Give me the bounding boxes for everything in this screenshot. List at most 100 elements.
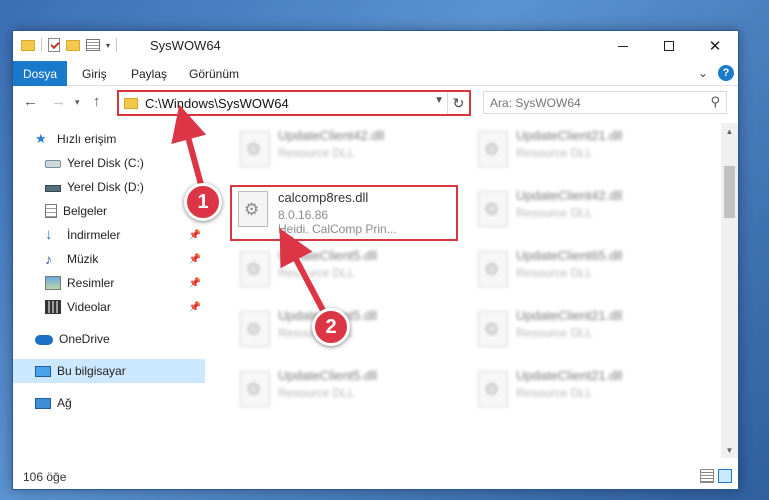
sidebar-item-this-pc[interactable]: Bu bilgisayar: [13, 359, 205, 383]
scroll-down-icon[interactable]: ▼: [721, 442, 738, 458]
file-name: UpdateClient21.dll: [516, 308, 623, 323]
sidebar-item-label: OneDrive: [59, 332, 110, 346]
window-title: SysWOW64: [150, 38, 221, 53]
gear-icon: ⚙: [246, 260, 262, 279]
sidebar-item-music[interactable]: ♪ Müzik 📌: [13, 247, 205, 271]
pin-icon[interactable]: 📌: [189, 302, 201, 313]
tab-file[interactable]: Dosya: [13, 61, 67, 86]
file-tile[interactable]: ⚙ UpdateClient21.dll Resource DLL: [468, 125, 698, 181]
ribbon-right-controls: ⌄ ?: [698, 65, 734, 81]
sidebar-item-network[interactable]: Ağ: [13, 391, 205, 415]
file-description: Resource DLL: [516, 146, 593, 160]
dll-file-icon: ⚙: [240, 371, 270, 407]
file-tile-focused[interactable]: ⚙ calcomp8res.dll 8.0.16.86 Heidi. CalCo…: [230, 185, 458, 241]
scroll-up-icon[interactable]: ▲: [721, 123, 738, 139]
close-button[interactable]: ✕: [692, 31, 738, 61]
sidebar-item-videos[interactable]: Videolar 📌: [13, 295, 205, 319]
video-icon: [45, 300, 61, 314]
minimize-button[interactable]: [600, 31, 646, 61]
sidebar-item-label: Belgeler: [63, 204, 108, 218]
forward-arrow-icon[interactable]: →: [51, 93, 66, 110]
search-icon[interactable]: ⚲: [710, 94, 720, 110]
tiles-view-icon[interactable]: [718, 469, 732, 483]
dll-file-icon: ⚙: [478, 251, 508, 287]
file-name: UpdateClient5.dll: [278, 368, 378, 383]
gear-icon: ⚙: [484, 260, 500, 279]
tab-home[interactable]: Giriş: [82, 61, 107, 86]
file-description: Resource DLL: [516, 326, 593, 340]
sidebar-item-documents[interactable]: Belgeler: [13, 199, 205, 223]
file-description: Resource DLL: [278, 386, 355, 400]
file-tile[interactable]: ⚙ UpdateClient42.dll Resource DLL: [230, 125, 460, 181]
new-folder-icon[interactable]: [66, 39, 80, 51]
dll-file-icon: ⚙: [478, 191, 508, 227]
file-tile[interactable]: ⚙ UpdateClient5.dll Resource DLL: [230, 365, 460, 421]
file-tile[interactable]: ⚙ UpdateClient65.dll Resource DLL: [468, 245, 698, 301]
pictures-icon: [45, 276, 61, 290]
star-icon: ★: [35, 131, 47, 146]
back-arrow-icon[interactable]: ←: [23, 93, 38, 110]
file-name: UpdateClient21.dll: [516, 128, 623, 143]
gear-icon: ⚙: [246, 320, 262, 339]
rename-icon[interactable]: [86, 39, 100, 51]
file-description: Resource DLL: [516, 206, 593, 220]
sidebar-item-local-disk-c[interactable]: Yerel Disk (C:): [13, 151, 205, 175]
file-tile[interactable]: ⚙ UpdateClient21.dll Resource DLL: [468, 305, 698, 361]
gear-icon: ⚙: [246, 380, 262, 399]
address-path[interactable]: C:\Windows\SysWOW64: [145, 96, 289, 111]
file-name: UpdateClient42.dll: [516, 188, 623, 203]
sidebar-item-label: Videolar: [67, 300, 111, 314]
file-tile[interactable]: ⚙ UpdateClient42.dll Resource DLL: [468, 185, 698, 241]
close-icon: ✕: [708, 38, 722, 55]
drive-icon: [45, 160, 61, 168]
vertical-scrollbar[interactable]: ▲ ▼: [721, 123, 738, 458]
sidebar-item-label: Resimler: [67, 276, 115, 290]
dll-file-icon: ⚙: [240, 311, 270, 347]
file-company: Heidi. CalComp Prin...: [278, 222, 397, 236]
sidebar-item-local-disk-d[interactable]: Yerel Disk (D:): [13, 175, 205, 199]
search-input[interactable]: [484, 92, 694, 113]
address-dropdown-icon[interactable]: ▼: [434, 95, 444, 106]
gear-icon: ⚙: [484, 380, 500, 399]
sidebar-item-pictures[interactable]: Resimler 📌: [13, 271, 205, 295]
sidebar-item-quick-access[interactable]: ★ Hızlı erişim: [13, 127, 205, 151]
sidebar-item-label: Yerel Disk (D:): [67, 180, 144, 194]
help-icon[interactable]: ?: [718, 65, 734, 81]
properties-check-icon[interactable]: [48, 38, 60, 52]
pin-icon[interactable]: 📌: [189, 278, 201, 289]
navigation-pane: ★ Hızlı erişim Yerel Disk (C:) Yerel Dis…: [13, 123, 205, 458]
step-2-badge: 2: [312, 308, 350, 346]
document-icon: [45, 204, 57, 218]
tab-share[interactable]: Paylaş: [131, 61, 167, 86]
quick-access-toolbar: ▾: [21, 38, 118, 52]
file-list: ⚙ UpdateClient42.dll Resource DLL ⚙ Upda…: [218, 123, 721, 458]
file-name: UpdateClient42.dll: [278, 128, 385, 143]
sidebar-item-downloads[interactable]: ↓ İndirmeler 📌: [13, 223, 205, 247]
details-view-icon[interactable]: [700, 469, 714, 483]
gear-icon: ⚙: [244, 200, 260, 219]
customize-toolbar-dropdown-icon[interactable]: ▾: [106, 41, 110, 50]
pin-icon[interactable]: 📌: [189, 230, 201, 241]
sidebar-item-label: Ağ: [57, 396, 72, 410]
sidebar-item-label: İndirmeler: [67, 228, 121, 242]
recent-locations-chevron-icon[interactable]: ▾: [75, 97, 80, 108]
search-box[interactable]: ⚲: [483, 91, 727, 114]
file-tile[interactable]: ⚙ UpdateClient21.dll Resource DLL: [468, 365, 698, 421]
expand-ribbon-chevron-icon[interactable]: ⌄: [698, 66, 708, 80]
file-description: Resource DLL: [516, 266, 593, 280]
folder-icon[interactable]: [21, 39, 35, 51]
dll-file-icon: ⚙: [478, 371, 508, 407]
tab-view[interactable]: Görünüm: [189, 61, 239, 86]
refresh-icon[interactable]: ↻: [447, 92, 469, 114]
address-bar[interactable]: C:\Windows\SysWOW64 ▼ ↻: [117, 90, 471, 116]
maximize-icon: [664, 41, 674, 51]
pin-icon[interactable]: 📌: [189, 254, 201, 265]
up-arrow-icon[interactable]: ↑: [93, 93, 101, 110]
maximize-button[interactable]: [646, 31, 692, 61]
minimize-icon: [618, 45, 628, 47]
file-tile[interactable]: ⚙ UpdateClient5.dll Resource DLL: [230, 245, 460, 301]
file-description: Resource DLL: [516, 386, 593, 400]
file-name: UpdateClient65.dll: [516, 248, 623, 263]
sidebar-item-onedrive[interactable]: OneDrive: [13, 327, 205, 351]
scrollbar-thumb[interactable]: [724, 166, 735, 218]
